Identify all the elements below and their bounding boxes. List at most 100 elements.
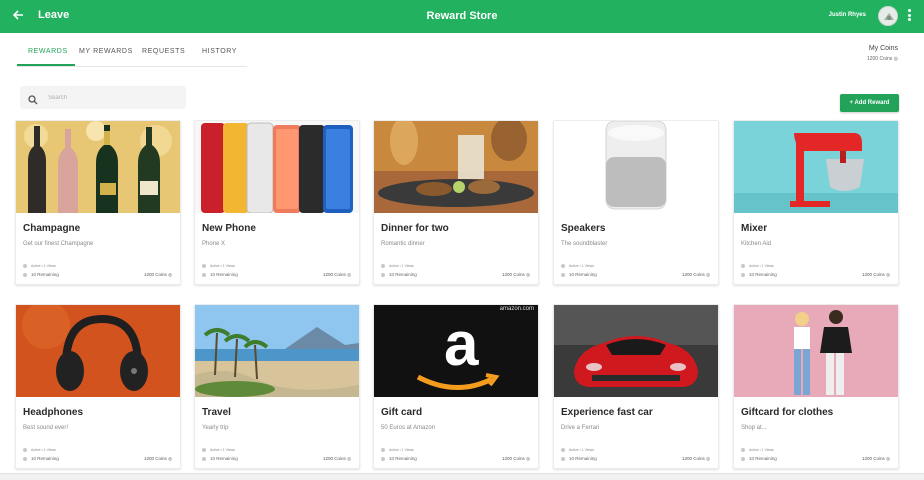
card-remaining: 10 Remaining <box>202 272 238 277</box>
phone-image <box>195 121 359 213</box>
card-title: Experience fast car <box>561 407 653 418</box>
card-title: Speakers <box>561 223 606 234</box>
card-coins: 1200 Coins ◎ <box>502 272 530 277</box>
card-description: Best sound ever! <box>23 425 69 431</box>
card-title: Champagne <box>23 223 81 234</box>
dinner-image <box>374 121 538 213</box>
card-remaining: 10 Remaining <box>561 272 597 277</box>
coin-icon: ◎ <box>347 456 351 461</box>
card-remaining: 10 Remaining <box>23 456 59 461</box>
my-coins-label: My Coins <box>868 45 898 52</box>
search-input[interactable] <box>48 91 178 104</box>
tab-divider <box>17 66 247 67</box>
coin-icon: ◎ <box>706 456 710 461</box>
reward-card-headphones[interactable]: Headphones Best sound ever! Active • 1 V… <box>15 304 181 469</box>
card-description: Romantic dinner <box>381 241 425 247</box>
coin-icon: ◎ <box>168 456 172 461</box>
ferrari-image <box>554 305 718 397</box>
card-description: Phone X <box>202 241 226 247</box>
card-coins: 1200 Coins ◎ <box>682 456 710 461</box>
card-title: New Phone <box>202 223 256 234</box>
card-remaining: 10 Remaining <box>381 272 417 277</box>
card-remaining: 10 Remaining <box>23 272 59 277</box>
card-coins: 1200 Coins ◎ <box>323 272 351 277</box>
avatar[interactable] <box>878 6 898 26</box>
card-coins: 1200 Coins ◎ <box>502 456 530 461</box>
reward-card-dinner[interactable]: Dinner for two Romantic dinner Active • … <box>373 120 539 285</box>
card-description: Kitchen Aid <box>741 241 772 247</box>
reward-card-mixer[interactable]: Mixer Kitchen Aid Active • 1 Views 10 Re… <box>733 120 899 285</box>
card-remaining: 10 Remaining <box>202 456 238 461</box>
card-coins: 1200 Coins ◎ <box>862 456 890 461</box>
card-description: Drive a Ferrari <box>561 425 600 431</box>
back-arrow-icon[interactable] <box>12 8 26 24</box>
tab-requests[interactable]: REQUESTS <box>142 48 185 55</box>
card-status: Active • 1 Views <box>202 448 235 453</box>
page-title: Reward Store <box>426 10 498 22</box>
reward-card-clothes[interactable]: Giftcard for clothes Shop at... Active •… <box>733 304 899 469</box>
card-title: Dinner for two <box>381 223 449 234</box>
tab-history[interactable]: HISTORY <box>202 48 237 55</box>
mixer-image <box>734 121 898 213</box>
card-coins: 1200 Coins ◎ <box>323 456 351 461</box>
card-status: Active • 1 Views <box>202 264 235 269</box>
card-status: Active • 1 Views <box>741 264 774 269</box>
coin-icon: ◎ <box>526 456 530 461</box>
more-vert-icon[interactable] <box>905 9 913 23</box>
card-title: Travel <box>202 407 231 418</box>
reward-card-champagne[interactable]: Champagne Get our finest Champagne Activ… <box>15 120 181 285</box>
tab-rewards[interactable]: REWARDS <box>28 48 68 55</box>
card-status: Active • 1 Views <box>561 448 594 453</box>
card-coins: 1200 Coins ◎ <box>862 272 890 277</box>
headphones-image <box>16 305 180 397</box>
reward-card-travel[interactable]: Travel Yearly trip Active • 1 Views 10 R… <box>194 304 360 469</box>
card-status: Active • 1 Views <box>381 448 414 453</box>
search-icon <box>28 92 38 110</box>
travel-image <box>195 305 359 397</box>
horizontal-scrollbar[interactable] <box>0 473 924 480</box>
leave-link[interactable]: Leave <box>38 9 69 21</box>
top-app-bar: Leave Reward Store Justin Rhyes <box>0 0 924 33</box>
card-status: Active • 1 Views <box>741 448 774 453</box>
card-description: Shop at... <box>741 425 767 431</box>
add-reward-button[interactable]: + Add Reward <box>840 94 899 112</box>
card-title: Headphones <box>23 407 84 418</box>
coin-icon: ◎ <box>347 272 351 277</box>
reward-card-new-phone[interactable]: New Phone Phone X Active • 1 Views 10 Re… <box>194 120 360 285</box>
coin-icon: ◎ <box>893 56 898 62</box>
user-name[interactable]: Justin Rhyes <box>829 12 866 18</box>
card-description: 50 Euros at Amazon <box>381 425 436 431</box>
my-coins-value: 1200 Coins ◎ <box>866 56 898 62</box>
search-box <box>20 86 186 109</box>
reward-card-fast-car[interactable]: Experience fast car Drive a Ferrari Acti… <box>553 304 719 469</box>
card-title: Giftcard for clothes <box>741 407 834 418</box>
coin-icon: ◎ <box>886 272 890 277</box>
card-description: Get our finest Champagne <box>23 241 94 247</box>
card-coins: 1200 Coins ◎ <box>144 456 172 461</box>
coin-icon: ◎ <box>168 272 172 277</box>
card-remaining: 10 Remaining <box>741 456 777 461</box>
card-title: Gift card <box>381 407 423 418</box>
amazon-brand-text: amazon.com <box>499 306 534 312</box>
clothes-image <box>734 305 898 397</box>
logo-icon <box>884 13 894 20</box>
coin-icon: ◎ <box>706 272 710 277</box>
card-status: Active • 1 Views <box>381 264 414 269</box>
card-title: Mixer <box>741 223 768 234</box>
coin-icon: ◎ <box>526 272 530 277</box>
card-coins: 1200 Coins ◎ <box>144 272 172 277</box>
coin-icon: ◎ <box>886 456 890 461</box>
card-description: The soundblaster <box>561 241 608 247</box>
card-remaining: 10 Remaining <box>561 456 597 461</box>
card-status: Active • 1 Views <box>23 264 56 269</box>
reward-card-gift-card[interactable]: a amazon.com Gift card 50 Euros at Amazo… <box>373 304 539 469</box>
card-remaining: 10 Remaining <box>381 456 417 461</box>
card-description: Yearly trip <box>202 425 229 431</box>
svg-text:a: a <box>444 310 479 379</box>
speaker-image <box>554 121 718 213</box>
reward-card-speakers[interactable]: Speakers The soundblaster Active • 1 Vie… <box>553 120 719 285</box>
card-coins: 1200 Coins ◎ <box>682 272 710 277</box>
tab-my-rewards[interactable]: MY REWARDS <box>79 48 133 55</box>
card-status: Active • 1 Views <box>561 264 594 269</box>
card-remaining: 10 Remaining <box>741 272 777 277</box>
